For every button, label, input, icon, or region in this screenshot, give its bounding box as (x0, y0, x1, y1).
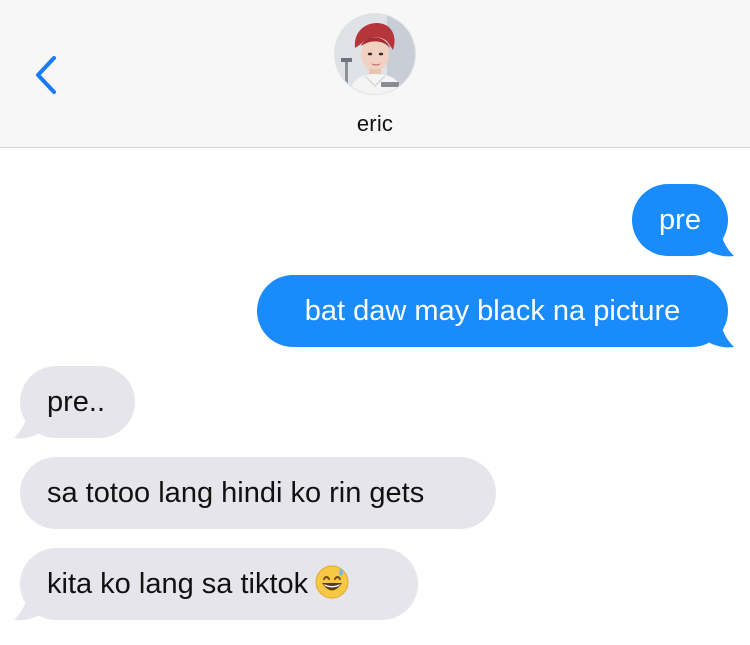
message-bubble-received[interactable]: kita ko lang sa tiktok (20, 548, 418, 620)
message-bubble-received[interactable]: pre.. (20, 366, 135, 438)
message-bubble-received[interactable]: sa totoo lang hindi ko rin gets (20, 457, 496, 529)
avatar[interactable] (334, 13, 416, 95)
conversation-header: eric (0, 0, 750, 148)
message-bubble-sent[interactable]: bat daw may black na picture (257, 275, 728, 347)
chevron-left-icon (36, 56, 56, 94)
contact-name[interactable]: eric (0, 111, 750, 137)
messages-screen: eric pre bat daw may black na picture pr… (0, 0, 750, 645)
message-bubble-sent[interactable]: pre (632, 184, 728, 256)
grinning-sweat-emoji-icon (315, 565, 349, 599)
contact-photo (335, 14, 415, 94)
message-text: kita ko lang sa tiktok (47, 568, 309, 600)
back-button[interactable] (24, 50, 68, 100)
